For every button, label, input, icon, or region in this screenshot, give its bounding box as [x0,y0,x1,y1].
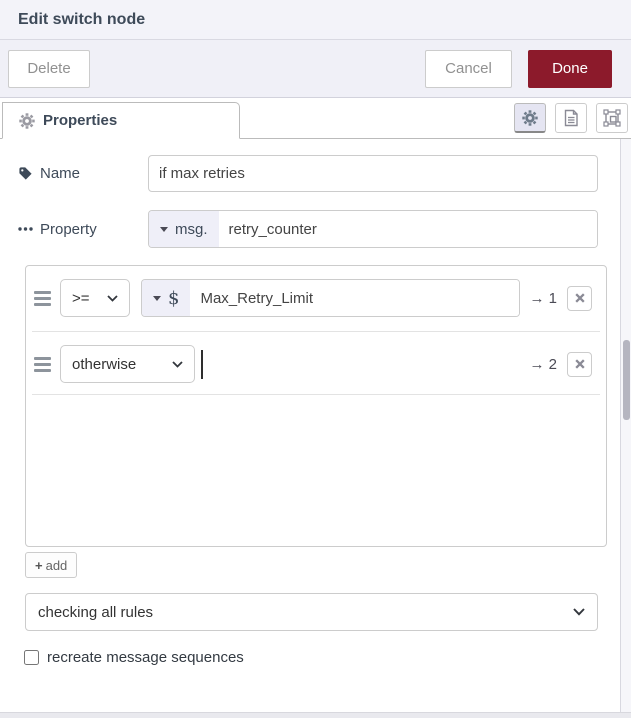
rule-1-typed-input: $ [141,279,521,317]
rule-1-operator-select[interactable]: >= [60,279,130,317]
dialog-header: Edit switch node [0,0,631,40]
rule-1-value-input[interactable] [190,280,520,316]
cancel-button[interactable]: Cancel [425,49,512,88]
rule-2-operator-select[interactable]: otherwise [60,345,195,383]
chevron-down-icon [573,608,585,616]
bottom-strip [0,712,631,718]
name-input[interactable] [148,155,598,192]
caret-down-icon [160,226,168,232]
gear-icon [522,109,538,126]
tag-icon [18,166,33,181]
gear-icon [19,112,35,129]
rule-1-remove-button[interactable] [567,285,592,311]
recreate-sequences-row: recreate message sequences [24,649,244,666]
document-icon [563,109,579,127]
property-type-button[interactable]: msg. [149,211,219,247]
rule-row-2: otherwise → 2 [34,345,592,383]
chevron-down-icon [107,294,118,302]
recreate-sequences-checkbox[interactable] [24,650,39,665]
tab-properties[interactable]: Properties [2,102,240,139]
rule-1-type-button[interactable]: $ [142,280,191,316]
editor-toolbar [514,103,631,133]
edit-switch-node-dialog: Edit switch node Delete Cancel Done Prop… [0,0,631,718]
scrollbar-thumb[interactable] [623,340,630,420]
tab-properties-label: Properties [43,112,118,129]
delete-button[interactable]: Delete [8,49,90,88]
recreate-sequences-label[interactable]: recreate message sequences [47,649,244,666]
add-rule-button[interactable]: + add [25,552,78,578]
drag-handle-icon[interactable] [34,290,51,306]
editor-tab-row: Properties [0,98,631,139]
rule-separator [32,331,600,332]
rule-row-1: >= $ → 1 [34,279,592,317]
description-button[interactable] [555,103,587,133]
dialog-button-bar: Delete Cancel Done [0,40,631,98]
property-label: Property [18,221,148,238]
properties-gear-button[interactable] [514,103,546,133]
appearance-selection-icon [603,109,621,127]
dialog-title: Edit switch node [18,10,146,28]
name-label: Name [18,165,148,182]
property-type-label: msg. [175,220,208,238]
rule-1-type-label: $ [168,287,180,309]
appearance-button[interactable] [596,103,628,133]
rule-1-output-label: → 1 [529,289,557,307]
property-typed-input: msg. [148,210,598,248]
caret-down-icon [153,295,161,301]
x-icon [574,359,585,369]
drag-handle-icon[interactable] [34,356,51,372]
text-cursor [201,349,203,379]
plus-icon: + [35,557,43,573]
rule-mode-select[interactable]: checking all rules [25,593,598,631]
done-button[interactable]: Done [528,49,612,88]
scrollbar-track[interactable] [620,139,631,712]
rules-container: >= $ → 1 [25,265,607,547]
rule-2-output-label: → 2 [529,355,557,373]
property-row: Property msg. [18,210,598,248]
name-row: Name [18,155,598,192]
x-icon [574,293,585,303]
chevron-down-icon [172,360,183,368]
property-input[interactable] [218,211,597,247]
rule-separator [32,394,600,395]
ellipsis-icon [18,226,33,232]
rule-2-remove-button[interactable] [567,351,592,377]
